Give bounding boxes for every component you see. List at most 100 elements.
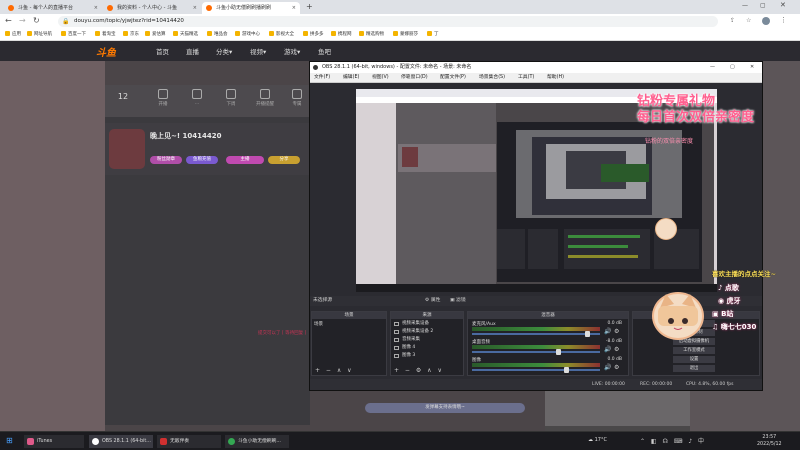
star-icon[interactable]: ☆ — [746, 17, 751, 24]
browser-tab[interactable]: 斗鱼 - 每个人的直播平台 × — [4, 2, 102, 14]
gear-icon[interactable]: ⚙ — [614, 328, 619, 335]
obs-control-button[interactable]: 工作室模式 — [673, 347, 715, 354]
weather-widget[interactable]: ☁ 17°C — [588, 437, 607, 443]
obs-menu-item[interactable]: 视图(V) — [372, 73, 389, 83]
forward-icon[interactable]: → — [19, 16, 26, 25]
speaker-icon[interactable]: 🔊 — [604, 346, 611, 353]
minimize-window-icon[interactable]: — — [742, 2, 748, 9]
close-tab-icon[interactable]: × — [193, 2, 197, 14]
bookmark-item[interactable]: 爱估算 — [145, 29, 166, 41]
bookmark-item[interactable]: 唯品会 — [207, 29, 228, 41]
share-icon[interactable]: ⇪ — [730, 17, 735, 24]
nav-fishbar[interactable]: 鱼吧 — [318, 46, 331, 56]
bookmark-item[interactable]: 精选购物 — [359, 29, 384, 41]
speaker-icon[interactable]: 🔊 — [604, 328, 611, 335]
tile-start[interactable]: 开播 — [150, 89, 176, 107]
tile-exclusive[interactable]: 专属 — [284, 89, 310, 107]
bookmark-item[interactable]: 着淘宝 — [95, 29, 116, 41]
audio-source-icon — [394, 338, 399, 342]
volume-slider-knob[interactable] — [585, 331, 591, 337]
rec-status: REC: 00:00:00 — [640, 382, 673, 387]
tile-reminder[interactable]: 开播提醒 — [252, 89, 278, 107]
source-item[interactable]: 图像 4 — [393, 344, 463, 352]
scene-dock-controls[interactable]: + − ∧ ∨ — [315, 367, 352, 374]
filters-button[interactable]: ▣ 滤镜 — [450, 296, 466, 306]
tray-icons[interactable]: ⌃ ◧ ☊ ⌨ ♪ 中 — [640, 436, 704, 445]
close-tab-icon[interactable]: × — [292, 2, 296, 14]
bookmark-item[interactable]: 游戏中心 — [235, 29, 260, 41]
new-tab-icon[interactable]: + — [306, 2, 313, 11]
obs-menu-item[interactable]: 工具(T) — [518, 73, 534, 83]
windows-start-icon[interactable]: ⊞ — [6, 436, 13, 445]
gear-icon[interactable]: ⚙ — [614, 364, 619, 371]
tile-next-week[interactable]: 下周 — [218, 89, 244, 107]
source-item[interactable]: 音频采集 — [393, 336, 463, 344]
obs-close-icon[interactable]: ✕ — [750, 62, 754, 73]
bookmark-item[interactable]: 京东 — [123, 29, 139, 41]
obs-maximize-icon[interactable]: ▢ — [730, 62, 735, 73]
close-window-icon[interactable]: ✕ — [780, 1, 786, 9]
platform-huya: ◉ 虎牙 — [718, 297, 741, 305]
properties-button[interactable]: ⚙ 属性 — [425, 296, 440, 306]
bookmark-item[interactable]: 百度一下 — [61, 29, 86, 41]
source-item[interactable]: 视频采集设备 — [393, 320, 463, 328]
volume-slider-knob[interactable] — [564, 367, 570, 373]
douyu-logo[interactable]: 斗鱼 — [96, 44, 116, 59]
bookmark-item[interactable]: 应用 — [5, 29, 21, 41]
url-bar[interactable]: douyu.com/topic/yjwjtez?rid=10414420 — [58, 16, 718, 27]
profile-avatar[interactable] — [762, 17, 770, 25]
source-item[interactable]: 视频采集设备 2 — [393, 328, 463, 336]
nav-category[interactable]: 分类▾ — [216, 46, 232, 56]
volume-slider-knob[interactable] — [555, 349, 561, 355]
browser-tab-active[interactable]: 斗鱼小助无偿刷刷播刷刷 × — [202, 2, 300, 14]
obs-menu-item[interactable]: 场景集合(S) — [479, 73, 505, 83]
taskbar-item-active[interactable]: OBS 28.1.1 (64-bit... — [89, 435, 153, 448]
bookmark-item[interactable]: 拼多多 — [303, 29, 324, 41]
browser-tab[interactable]: 我的资料 - 个人中心 - 斗鱼 × — [103, 2, 201, 14]
bookmark-item[interactable]: 丁 — [427, 29, 439, 41]
recharge-button[interactable]: 鱼粮充值 — [186, 156, 218, 164]
volume-slider[interactable] — [472, 351, 600, 353]
maximize-window-icon[interactable]: ▢ — [760, 2, 766, 9]
obs-menu-item[interactable]: 编辑(E) — [343, 73, 359, 83]
obs-menu-item[interactable]: 停靠窗口(D) — [401, 73, 428, 83]
camera-source-icon — [394, 322, 399, 326]
taskbar-item[interactable]: 斗鱼小助无偿刷刷... — [225, 435, 289, 448]
volume-slider[interactable] — [472, 333, 600, 335]
nav-game[interactable]: 游戏▾ — [284, 46, 300, 56]
tile-more[interactable]: … — [184, 89, 210, 106]
close-tab-icon[interactable]: × — [94, 2, 98, 14]
obs-control-button[interactable]: 退出 — [673, 365, 715, 372]
speaker-icon[interactable]: 🔊 — [604, 364, 611, 371]
bookmark-item[interactable]: 影视大全 — [269, 29, 294, 41]
volume-slider[interactable] — [472, 369, 600, 371]
lock-icon: 🔒 — [62, 18, 70, 25]
bookmark-item[interactable]: 蒙娜丽莎 — [393, 29, 418, 41]
bookmark-item[interactable]: 天猫精选 — [173, 29, 198, 41]
menu-icon[interactable]: ⋮ — [780, 16, 787, 24]
reload-icon[interactable]: ↻ — [33, 16, 40, 25]
source-item[interactable]: 图像 3 — [393, 352, 463, 360]
bookmark-item[interactable]: 携程网 — [331, 29, 352, 41]
itunes-icon — [27, 438, 34, 445]
system-clock[interactable]: 23:57 2022/5/12 — [757, 434, 782, 448]
bookmark-item[interactable]: 网址导航 — [27, 29, 52, 41]
nav-video[interactable]: 视频▾ — [250, 46, 266, 56]
nav-live[interactable]: 直播 — [186, 46, 199, 56]
nav-home[interactable]: 首页 — [156, 46, 169, 56]
obs-menu-item[interactable]: 配置文件(P) — [440, 73, 466, 83]
back-icon[interactable]: ← — [5, 16, 12, 25]
streamer-avatar[interactable] — [109, 129, 145, 169]
taskbar-item[interactable]: 无敌伴奏 — [157, 435, 221, 448]
share-button[interactable]: 分享 — [268, 156, 300, 164]
source-dock-controls[interactable]: + − ⚙ ∧ ∨ — [394, 367, 442, 374]
streamer-name: 晚上见~! 10414420 — [150, 132, 222, 140]
gear-icon[interactable]: ⚙ — [614, 346, 619, 353]
fan-badge-button[interactable]: 粉丝勋章 — [150, 156, 182, 164]
scene-item[interactable]: 场景 — [314, 321, 384, 328]
obs-control-button[interactable]: 设置 — [673, 356, 715, 363]
taskbar-item[interactable]: iTunes — [24, 435, 84, 448]
obs-minimize-icon[interactable]: — — [710, 62, 715, 73]
obs-menu-item[interactable]: 文件(F) — [314, 73, 330, 83]
obs-menu-item[interactable]: 帮助(H) — [547, 73, 564, 83]
